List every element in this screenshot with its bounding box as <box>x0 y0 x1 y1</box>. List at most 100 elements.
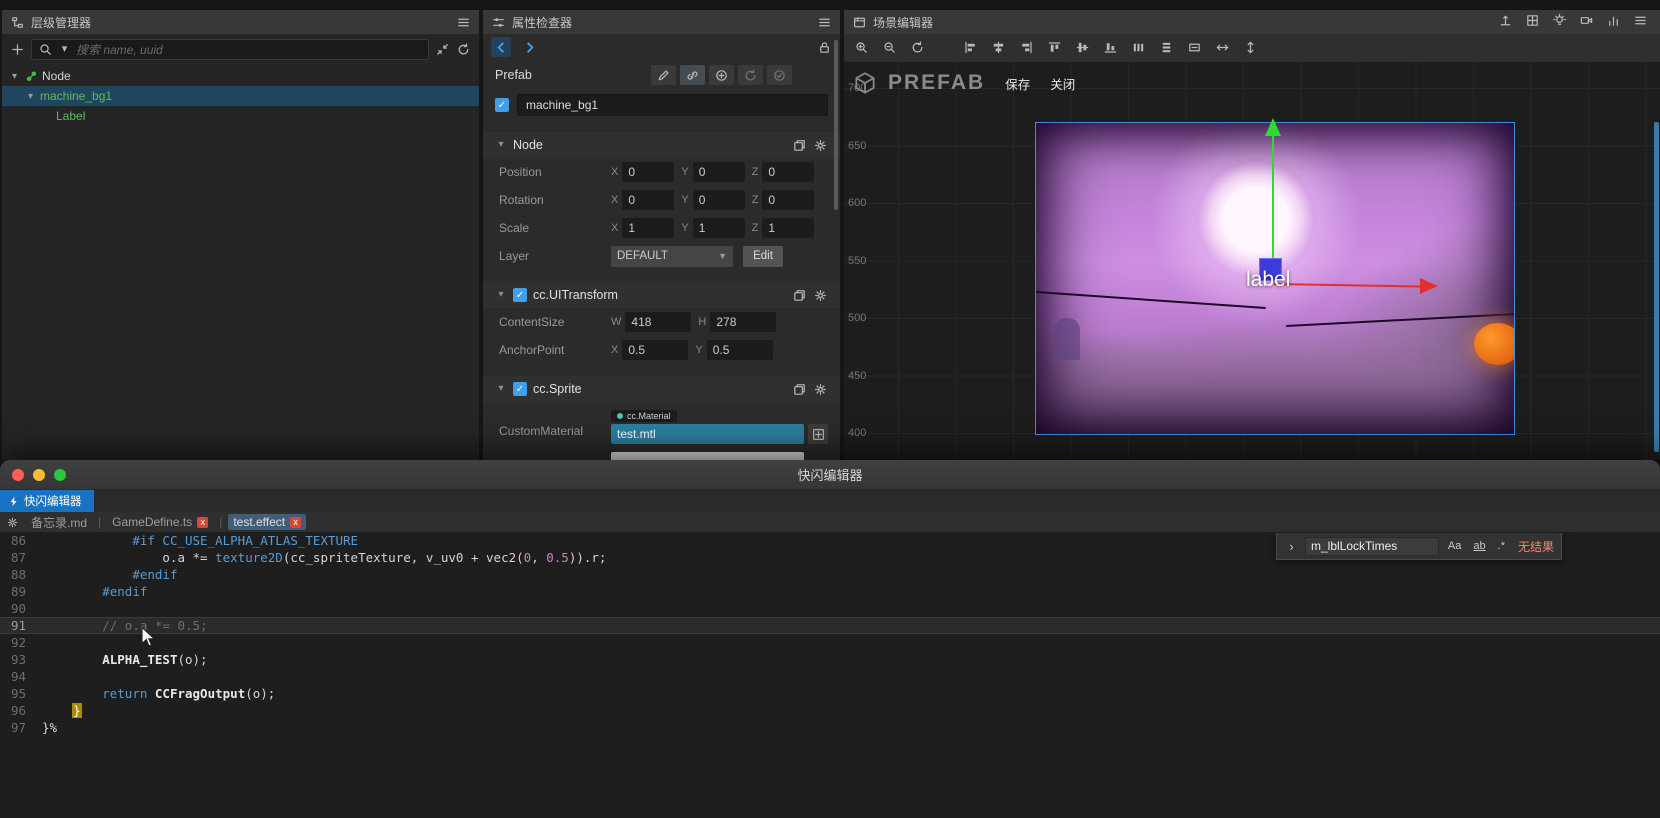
tree-item-node[interactable]: ▾ Node <box>2 66 479 86</box>
node-caret-icon[interactable]: ▾ <box>495 138 507 153</box>
close-tab-icon[interactable]: x <box>290 516 302 528</box>
window-titlebar[interactable]: 快闪编辑器 <box>0 460 1660 490</box>
value-input[interactable]: 0 <box>762 190 815 210</box>
file-tab-2[interactable]: GameDefine.ts x <box>107 514 213 530</box>
back-button[interactable] <box>491 37 511 57</box>
uitransform-gear-icon[interactable] <box>813 288 828 303</box>
align-bottom-button[interactable] <box>1103 40 1120 57</box>
zoom-in-button[interactable] <box>854 40 871 57</box>
code-line[interactable]: 91 // o.a *= 0.5; <box>0 617 1660 634</box>
file-tab-3[interactable]: test.effect x <box>228 514 307 530</box>
reset-view-button[interactable] <box>910 40 927 57</box>
grid-button[interactable] <box>1525 13 1540 31</box>
find-input[interactable]: m_lblLockTimes <box>1305 536 1439 556</box>
expand-caret-icon[interactable]: ▾ <box>24 91 37 102</box>
node-gear-icon[interactable] <box>813 138 828 153</box>
scene-scrollbar[interactable] <box>1654 122 1659 452</box>
align-right-button[interactable] <box>1019 40 1036 57</box>
code-line[interactable]: 96 } <box>0 702 1660 719</box>
inspector-menu-icon[interactable] <box>817 15 832 30</box>
value-input[interactable]: 0 <box>762 162 815 182</box>
forward-button[interactable] <box>519 37 539 57</box>
light-button[interactable] <box>1552 13 1567 31</box>
regex-button[interactable]: .* <box>1495 539 1508 553</box>
code-line[interactable]: 88 #endif <box>0 566 1660 583</box>
sprite-section-header[interactable]: ▾ cc.Sprite <box>483 376 840 402</box>
uitransform-checkbox[interactable] <box>513 288 527 302</box>
stats-button[interactable] <box>1606 13 1621 31</box>
prefab-close-button[interactable]: 关闭 <box>1050 74 1075 93</box>
uitransform-copy-icon[interactable] <box>792 288 807 303</box>
edit-prefab-button[interactable] <box>651 65 676 85</box>
add-node-icon[interactable] <box>10 42 25 57</box>
file-tab-1[interactable]: 备忘录.md <box>26 513 92 532</box>
lock-icon[interactable] <box>817 40 832 55</box>
hierarchy-menu-icon[interactable] <box>456 15 471 30</box>
tree-item-machine_bg1[interactable]: ▾ machine_bg1 <box>2 86 479 106</box>
selected-node-label[interactable]: label <box>1246 268 1290 292</box>
same-size-button[interactable] <box>1187 40 1204 57</box>
scene-menu-button[interactable] <box>1633 13 1648 31</box>
gizmo-y-axis[interactable] <box>1272 136 1274 272</box>
align-left-button[interactable] <box>963 40 980 57</box>
app-tab[interactable]: 快闪编辑器 <box>0 490 94 512</box>
node-active-checkbox[interactable] <box>495 98 509 112</box>
code-line[interactable]: 89 #endif <box>0 583 1660 600</box>
value-input[interactable]: 418 <box>625 312 692 332</box>
tree-item-label[interactable]: Label <box>2 106 479 126</box>
code-area[interactable]: 86 #if CC_USE_ALPHA_ATLAS_TEXTURE 87 o.a … <box>0 532 1660 818</box>
distribute-v-button[interactable] <box>1159 40 1176 57</box>
value-input[interactable]: 0 <box>692 190 745 210</box>
value-input[interactable]: 1 <box>762 218 815 238</box>
expand-caret-icon[interactable]: ▾ <box>8 71 21 82</box>
value-input[interactable]: 278 <box>710 312 777 332</box>
sprite-caret-icon[interactable]: ▾ <box>495 382 507 397</box>
search-caret-icon[interactable]: ▾ <box>57 42 72 57</box>
code-line[interactable]: 97}% <box>0 719 1660 736</box>
gizmo-button[interactable] <box>1498 13 1513 31</box>
node-copy-icon[interactable] <box>792 138 807 153</box>
collapse-all-icon[interactable] <box>435 42 450 57</box>
value-input[interactable]: 1 <box>692 218 745 238</box>
zoom-out-button[interactable] <box>882 40 899 57</box>
apply-prefab-button[interactable] <box>767 65 792 85</box>
stretch-h-button[interactable] <box>1215 40 1232 57</box>
sprite-checkbox[interactable] <box>513 382 527 396</box>
value-input[interactable]: 0.5 <box>706 340 773 360</box>
unlink-prefab-button[interactable] <box>680 65 705 85</box>
value-input[interactable]: 0.5 <box>622 340 689 360</box>
inspector-scrollbar[interactable] <box>834 40 838 210</box>
code-line[interactable]: 90 <box>0 600 1660 617</box>
code-line[interactable]: 94 <box>0 668 1660 685</box>
whole-word-button[interactable]: ab <box>1470 539 1488 553</box>
sprite-copy-icon[interactable] <box>792 382 807 397</box>
refresh-icon[interactable] <box>456 42 471 57</box>
match-case-button[interactable]: Aa <box>1445 539 1464 553</box>
layer-dropdown[interactable]: DEFAULT ▼ <box>611 245 733 267</box>
value-input[interactable]: 1 <box>622 218 675 238</box>
layer-edit-button[interactable]: Edit <box>743 245 783 267</box>
value-input[interactable]: 0 <box>692 162 745 182</box>
value-input[interactable]: 0 <box>622 190 675 210</box>
prefab-save-button[interactable]: 保存 <box>1005 74 1030 93</box>
gizmo-y-arrowhead[interactable] <box>1265 118 1281 136</box>
next-property-field[interactable] <box>611 452 804 460</box>
add-prefab-button[interactable] <box>709 65 734 85</box>
code-line[interactable]: 95 return CCFragOutput(o); <box>0 685 1660 702</box>
tab-gear-icon[interactable] <box>6 516 19 529</box>
uitransform-caret-icon[interactable]: ▾ <box>495 288 507 303</box>
value-input[interactable]: 0 <box>622 162 675 182</box>
stretch-v-button[interactable] <box>1243 40 1260 57</box>
code-line[interactable]: 92 <box>0 634 1660 651</box>
node-section-header[interactable]: ▾ Node <box>483 132 840 158</box>
revert-prefab-button[interactable] <box>738 65 763 85</box>
material-input[interactable]: test.mtl <box>611 424 804 444</box>
camera-button[interactable] <box>1579 13 1594 31</box>
uitransform-section-header[interactable]: ▾ cc.UITransform <box>483 282 840 308</box>
sprite-gear-icon[interactable] <box>813 382 828 397</box>
code-line[interactable]: 93 ALPHA_TEST(o); <box>0 651 1660 668</box>
align-center-h-button[interactable] <box>991 40 1008 57</box>
close-tab-icon[interactable]: x <box>197 516 209 528</box>
node-name-input[interactable]: machine_bg1 <box>517 94 828 116</box>
scene-canvas[interactable]: 700 650 600 550 500 450 400 PREFAB 保存 关闭 label <box>844 62 1660 460</box>
